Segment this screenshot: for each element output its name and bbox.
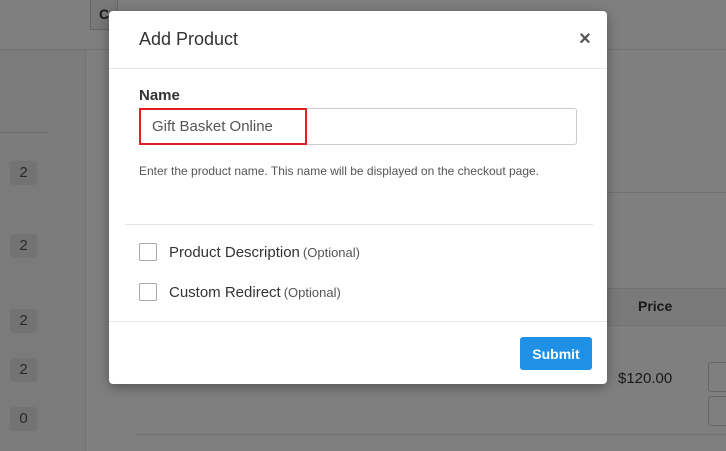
option-custom-redirect[interactable]: Custom Redirect (Optional): [139, 282, 341, 302]
product-name-input[interactable]: [139, 108, 577, 145]
option-label: Product Description: [169, 243, 300, 261]
option-label: Custom Redirect: [169, 283, 281, 301]
name-field-label: Name: [139, 87, 180, 104]
custom-redirect-checkbox[interactable]: [139, 283, 157, 301]
optional-tag: (Optional): [302, 244, 360, 260]
option-product-description[interactable]: Product Description (Optional): [139, 242, 360, 262]
dialog-divider: [125, 224, 593, 225]
add-product-dialog: Add Product × Name Enter the product nam…: [109, 11, 607, 384]
submit-button[interactable]: Submit: [520, 337, 592, 370]
close-icon[interactable]: ×: [575, 29, 595, 49]
dialog-title: Add Product: [139, 29, 239, 49]
name-help-text: Enter the product name. This name will b…: [139, 164, 540, 178]
product-description-checkbox[interactable]: [139, 243, 157, 261]
optional-tag: (Optional): [283, 284, 341, 300]
dialog-header: Add Product ×: [109, 11, 607, 69]
